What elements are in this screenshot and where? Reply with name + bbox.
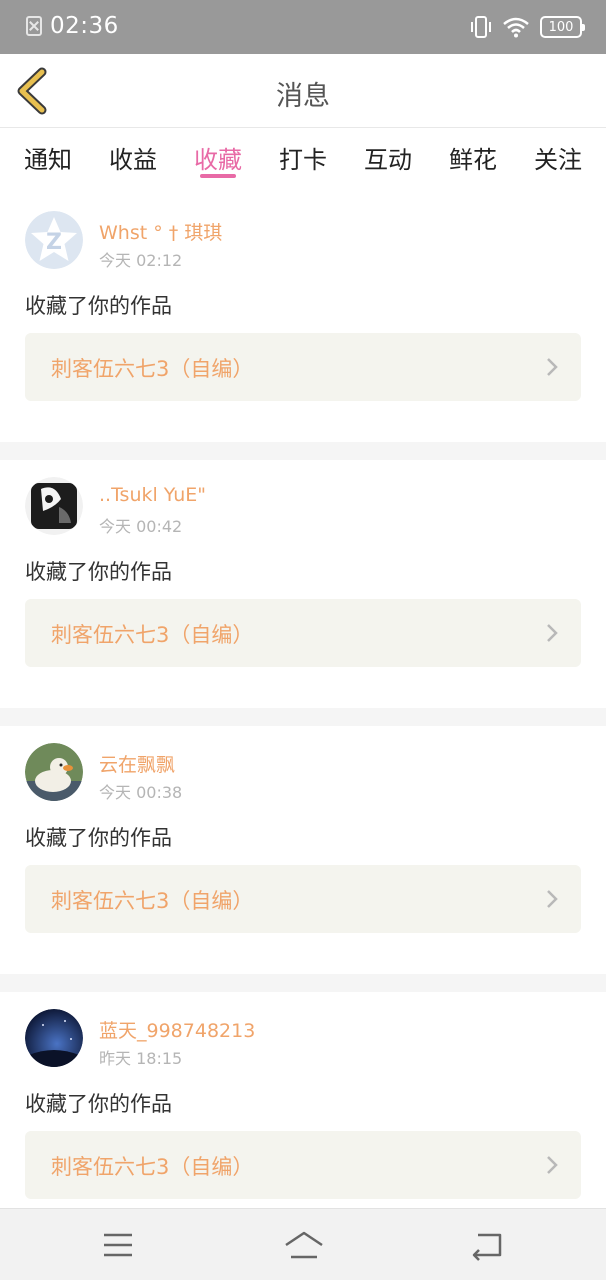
- chevron-right-icon: [547, 358, 558, 376]
- chevron-right-icon: [547, 1156, 558, 1174]
- status-bar: 02:36 100: [0, 0, 606, 54]
- work-link[interactable]: 刺客伍六七3（自编）: [25, 599, 581, 667]
- username[interactable]: Whst ° † 琪琪: [99, 218, 222, 245]
- username[interactable]: 蓝天_998748213: [99, 1016, 255, 1043]
- timestamp: 今天 00:38: [99, 783, 183, 802]
- vibrate-icon: [471, 16, 491, 38]
- home-icon: [285, 1231, 323, 1259]
- timestamp: 今天 02:12: [99, 251, 183, 270]
- action-text: 收藏了你的作品: [25, 826, 172, 850]
- timestamp: 昨天 18:15: [99, 1049, 183, 1068]
- back-icon: [472, 1233, 502, 1261]
- action-text: 收藏了你的作品: [25, 560, 172, 584]
- divider: [0, 708, 606, 726]
- page-title: 消息: [276, 81, 330, 112]
- list-item: 蓝天_998748213 昨天 18:15 收藏了你的作品 刺客伍六七3（自编）: [0, 992, 606, 1240]
- username[interactable]: ..Tsukl YuE": [99, 484, 206, 506]
- favorites-feed: Z Whst ° † 琪琪 今天 02:12 收藏了你的作品 刺客伍六七3（自编…: [0, 194, 606, 1280]
- work-title: 刺客伍六七3（自编）: [51, 889, 254, 913]
- work-link[interactable]: 刺客伍六七3（自编）: [25, 333, 581, 401]
- tab-following[interactable]: 关注: [534, 128, 582, 194]
- avatar[interactable]: [25, 743, 83, 801]
- battery-level: 100: [548, 19, 574, 35]
- home-button[interactable]: [282, 1227, 326, 1263]
- system-nav-bar: [0, 1208, 606, 1280]
- avatar-image-icon: [25, 477, 83, 535]
- notification-icon: [26, 16, 42, 36]
- chevron-right-icon: [547, 890, 558, 908]
- tab-bar: 通知 收益 收藏 打卡 互动 鲜花 关注: [0, 128, 606, 194]
- divider: [0, 442, 606, 460]
- back-nav-button[interactable]: [468, 1227, 508, 1263]
- menu-icon: [104, 1233, 132, 1257]
- status-time: 02:36: [50, 13, 119, 39]
- list-item: 云在飘飘 今天 00:38 收藏了你的作品 刺客伍六七3（自编）: [0, 726, 606, 974]
- work-link[interactable]: 刺客伍六七3（自编）: [25, 1131, 581, 1199]
- list-item: ..Tsukl YuE" 今天 00:42 收藏了你的作品 刺客伍六七3（自编）: [0, 460, 606, 708]
- divider: [0, 974, 606, 992]
- svg-text:Z: Z: [46, 230, 62, 255]
- work-title: 刺客伍六七3（自编）: [51, 623, 254, 647]
- header: 消息: [0, 54, 606, 128]
- wifi-icon: [503, 17, 529, 38]
- work-title: 刺客伍六七3（自编）: [51, 357, 254, 381]
- night-sky-avatar-icon: [25, 1009, 83, 1067]
- work-title: 刺客伍六七3（自编）: [51, 1155, 254, 1179]
- list-item: Z Whst ° † 琪琪 今天 02:12 收藏了你的作品 刺客伍六七3（自编…: [0, 194, 606, 442]
- tab-interactions[interactable]: 互动: [364, 128, 412, 194]
- avatar[interactable]: Z: [25, 211, 83, 269]
- menu-button[interactable]: [98, 1227, 138, 1263]
- tab-checkin[interactable]: 打卡: [279, 128, 327, 194]
- chevron-right-icon: [547, 624, 558, 642]
- tab-favorites[interactable]: 收藏: [194, 128, 242, 194]
- work-link[interactable]: 刺客伍六七3（自编）: [25, 865, 581, 933]
- tab-flowers[interactable]: 鲜花: [449, 128, 497, 194]
- battery-icon: 100: [540, 16, 585, 38]
- avatar[interactable]: [25, 477, 83, 535]
- default-avatar-icon: Z: [25, 211, 83, 269]
- username[interactable]: 云在飘飘: [99, 750, 175, 777]
- tab-notifications[interactable]: 通知: [24, 128, 72, 194]
- tab-earnings[interactable]: 收益: [109, 128, 157, 194]
- action-text: 收藏了你的作品: [25, 294, 172, 318]
- avatar[interactable]: [25, 1009, 83, 1067]
- action-text: 收藏了你的作品: [25, 1092, 172, 1116]
- duck-avatar-icon: [25, 743, 83, 801]
- timestamp: 今天 00:42: [99, 517, 183, 536]
